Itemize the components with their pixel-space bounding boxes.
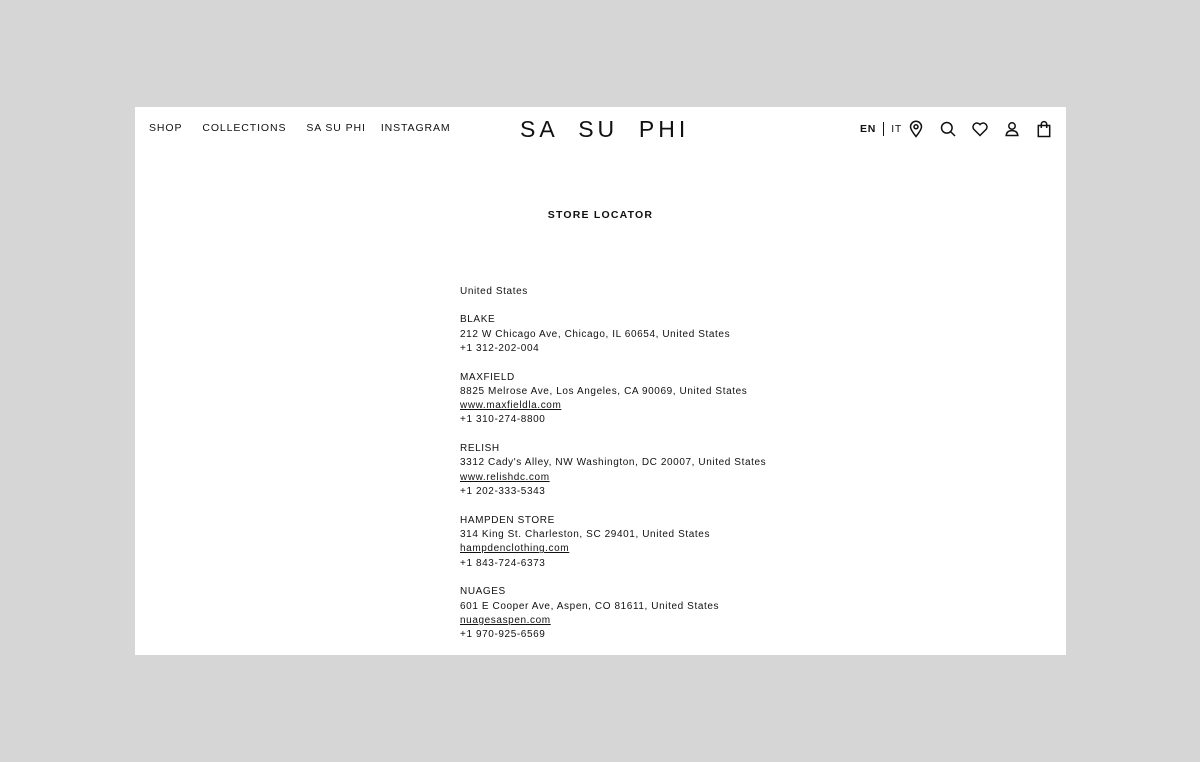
- page-title: STORE LOCATOR: [547, 209, 654, 221]
- store-name: RELISH: [460, 443, 500, 455]
- store-website-link[interactable]: www.relishdc.com: [460, 472, 550, 483]
- store-phone: +1 312-202-004: [460, 342, 540, 354]
- lang-en-option[interactable]: EN: [860, 123, 876, 135]
- search-icon[interactable]: [939, 120, 957, 138]
- page-card: SHOP COLLECTIONS SA SU PHI INSTAGRAM SA …: [135, 107, 1066, 655]
- store-entry-nuages: NUAGES 601 E Cooper Ave, Aspen, CO 81611…: [460, 585, 860, 642]
- store-list: United States BLAKE 212 W Chicago Ave, C…: [460, 285, 860, 655]
- nav-sasuphi-link[interactable]: SA SU PHI: [306, 122, 365, 134]
- store-phone: +1 202-333-5343: [460, 486, 546, 498]
- store-entry-hampden: HAMPDEN STORE 314 King St. Charleston, S…: [460, 514, 860, 571]
- lang-divider: [883, 122, 885, 136]
- store-phone: +1 310-274-8800: [460, 414, 546, 426]
- store-phone: +1 843-724-6373: [460, 557, 546, 569]
- main-nav: SHOP COLLECTIONS SA SU PHI INSTAGRAM: [149, 122, 451, 134]
- store-name: BLAKE: [460, 314, 496, 326]
- store-phone: +1 970-925-6569: [460, 629, 546, 641]
- store-entry-blake: BLAKE 212 W Chicago Ave, Chicago, IL 606…: [460, 313, 860, 356]
- store-name: MAXFIELD: [460, 371, 515, 383]
- store-website-link[interactable]: hampdenclothing.com: [460, 543, 569, 554]
- nav-instagram-link[interactable]: INSTAGRAM: [381, 122, 451, 134]
- brand-logo[interactable]: SA SU PHI: [520, 116, 689, 143]
- nav-collections-link[interactable]: COLLECTIONS: [202, 122, 286, 134]
- lang-it-option[interactable]: IT: [891, 123, 902, 135]
- heart-icon[interactable]: [971, 120, 989, 138]
- language-switcher: EN IT: [860, 122, 902, 136]
- store-entry-maxfield: MAXFIELD 8825 Melrose Ave, Los Angeles, …: [460, 371, 860, 428]
- user-icon[interactable]: [1003, 120, 1021, 138]
- store-name: NUAGES: [460, 586, 506, 598]
- store-entry-relish: RELISH 3312 Cady's Alley, NW Washington,…: [460, 442, 860, 499]
- store-address: 601 E Cooper Ave, Aspen, CO 81611, Unite…: [460, 600, 720, 612]
- shopping-bag-icon[interactable]: [1035, 120, 1053, 138]
- country-heading: United States: [460, 286, 528, 297]
- store-address: 8825 Melrose Ave, Los Angeles, CA 90069,…: [460, 385, 748, 397]
- nav-shop-link[interactable]: SHOP: [149, 122, 182, 134]
- store-address: 314 King St. Charleston, SC 29401, Unite…: [460, 529, 711, 541]
- header-icons: [907, 120, 1053, 138]
- store-website-link[interactable]: www.maxfieldla.com: [460, 400, 561, 411]
- store-address: 3312 Cady's Alley, NW Washington, DC 200…: [460, 457, 767, 469]
- store-address: 212 W Chicago Ave, Chicago, IL 60654, Un…: [460, 328, 731, 340]
- store-website-link[interactable]: nuagesaspen.com: [460, 615, 551, 626]
- store-name: HAMPDEN STORE: [460, 514, 555, 526]
- location-pin-icon[interactable]: [907, 120, 925, 138]
